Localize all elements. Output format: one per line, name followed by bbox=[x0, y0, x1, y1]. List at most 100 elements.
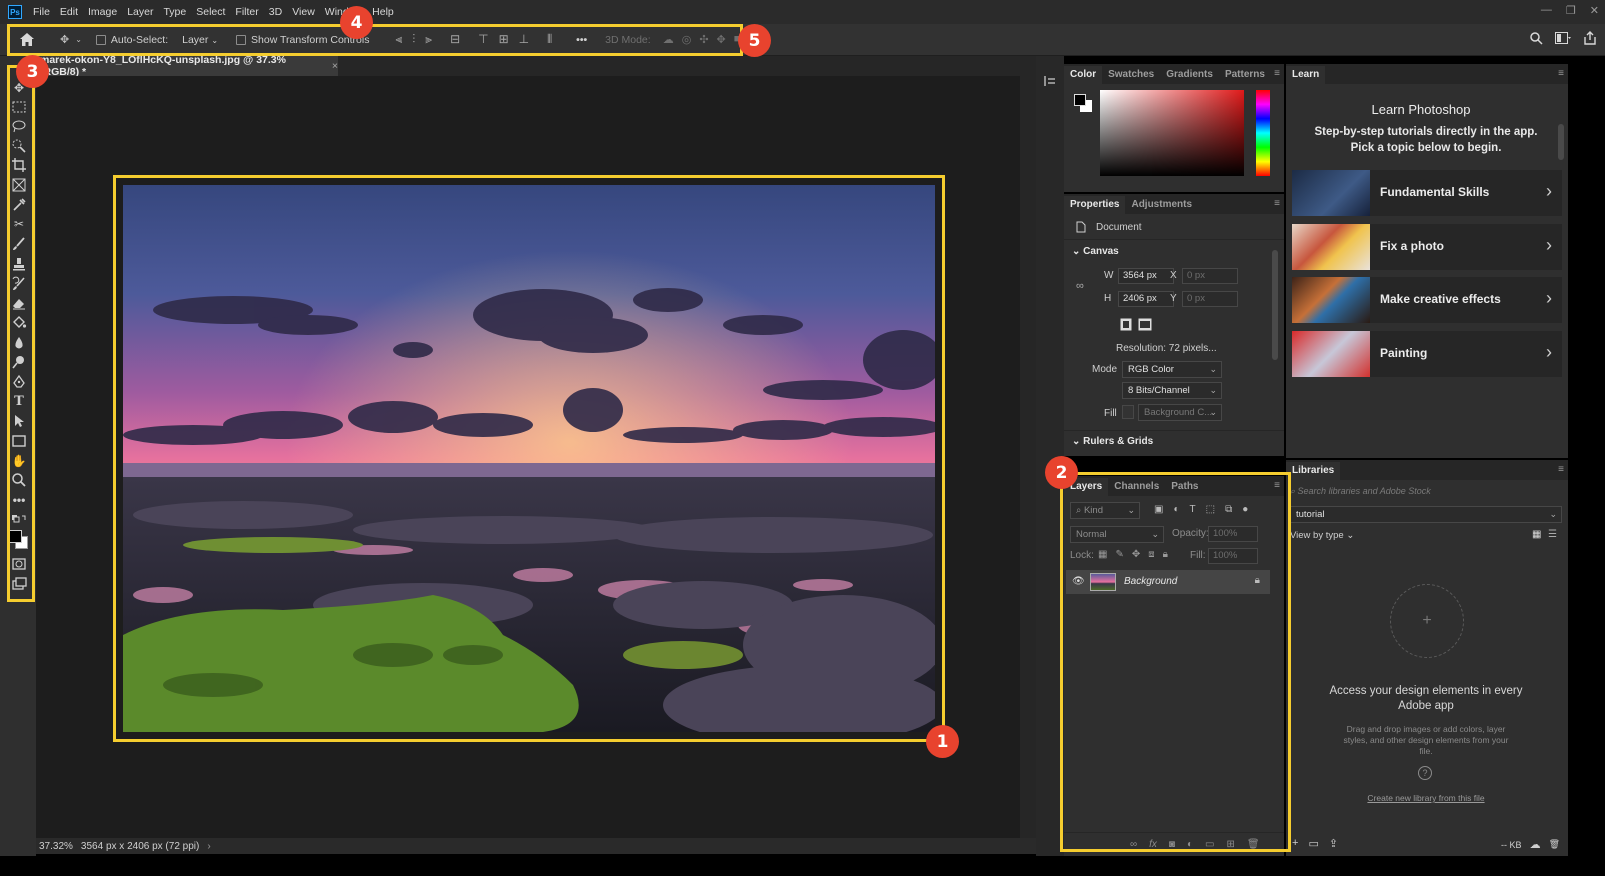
quick-mask-icon[interactable] bbox=[11, 556, 27, 572]
x-field[interactable]: 0 px bbox=[1182, 268, 1238, 284]
blur-tool-icon[interactable] bbox=[11, 335, 27, 351]
zoom-tool-icon[interactable] bbox=[11, 472, 27, 488]
blend-mode-dropdown[interactable]: Normal ⌄ bbox=[1070, 526, 1164, 543]
filter-pixel-icon[interactable]: ▣ bbox=[1154, 504, 1163, 515]
lock-transparent-icon[interactable]: ▦ bbox=[1098, 549, 1107, 560]
screen-mode-icon[interactable] bbox=[11, 576, 27, 592]
vertical-scrollbar[interactable] bbox=[1020, 76, 1036, 838]
lasso-tool-icon[interactable] bbox=[11, 118, 27, 134]
distribute-horizontal-icon[interactable]: ⊟ bbox=[450, 32, 460, 47]
visibility-eye-icon[interactable]: 👁︎ bbox=[1072, 576, 1085, 587]
hue-slider[interactable] bbox=[1256, 90, 1270, 176]
grid-view-icon[interactable]: ▦ bbox=[1532, 529, 1541, 540]
lock-position-icon[interactable]: ✥ bbox=[1132, 549, 1140, 560]
new-adjustment-icon[interactable]: ◐ bbox=[1187, 839, 1193, 850]
add-mask-icon[interactable]: ◙ bbox=[1169, 839, 1175, 850]
tab-patterns[interactable]: Patterns bbox=[1219, 66, 1271, 84]
menu-file[interactable]: File bbox=[28, 6, 55, 18]
tab-libraries[interactable]: Libraries bbox=[1286, 462, 1341, 480]
cloud-icon[interactable]: ☁ bbox=[1530, 838, 1541, 851]
3d-roll-icon[interactable]: ◎ bbox=[682, 33, 692, 46]
align-hcenter-icon[interactable]: ⫶ bbox=[412, 32, 415, 47]
align-right-icon[interactable]: ⫸ bbox=[425, 32, 432, 47]
menu-3d[interactable]: 3D bbox=[264, 6, 287, 18]
eyedropper-tool-icon[interactable] bbox=[11, 197, 27, 213]
menu-filter[interactable]: Filter bbox=[230, 6, 263, 18]
create-library-link[interactable]: Create new library from this file bbox=[1326, 793, 1526, 803]
width-field[interactable]: 3564 px bbox=[1118, 268, 1174, 284]
align-top-icon[interactable]: ⊤ bbox=[478, 32, 488, 47]
pen-tool-icon[interactable] bbox=[11, 374, 27, 390]
panel-menu-icon[interactable]: ≡ bbox=[1274, 198, 1280, 209]
library-dropdown[interactable]: tutorial ⌄ bbox=[1290, 506, 1562, 523]
help-icon[interactable]: ? bbox=[1418, 766, 1432, 780]
fg-bg-swatch[interactable] bbox=[1074, 94, 1092, 112]
opacity-field[interactable]: 100% bbox=[1208, 526, 1258, 542]
3d-orbit-icon[interactable]: ☁ bbox=[663, 33, 674, 46]
marquee-tool-icon[interactable] bbox=[11, 99, 27, 115]
menu-type[interactable]: Type bbox=[158, 6, 191, 18]
search-icon[interactable] bbox=[1530, 32, 1543, 45]
panel-menu-icon[interactable]: ≡ bbox=[1274, 68, 1280, 79]
history-panel-icon[interactable] bbox=[1043, 74, 1057, 88]
layer-row-background[interactable]: 👁︎ Background 🔒︎ bbox=[1066, 570, 1270, 594]
filter-adjustment-icon[interactable]: ◐ bbox=[1173, 504, 1179, 515]
fill-swatch[interactable] bbox=[1122, 405, 1134, 419]
panel-menu-icon[interactable]: ≡ bbox=[1558, 464, 1564, 475]
landscape-orientation-icon[interactable] bbox=[1138, 318, 1152, 331]
close-tab-icon[interactable]: × bbox=[332, 60, 338, 72]
tab-color[interactable]: Color bbox=[1064, 66, 1103, 84]
canvas-section-header[interactable]: ⌄ Canvas bbox=[1072, 246, 1119, 257]
move-tool-icon[interactable]: ✥ bbox=[60, 33, 69, 46]
panel-menu-icon[interactable]: ≡ bbox=[1558, 68, 1564, 79]
more-options-button[interactable]: ••• bbox=[576, 34, 587, 46]
share-icon[interactable] bbox=[1583, 31, 1597, 45]
fill-dropdown[interactable]: Background C... ⌄ bbox=[1138, 404, 1222, 421]
y-field[interactable]: 0 px bbox=[1182, 291, 1238, 307]
distribute-vertical-icon[interactable]: ⫴ bbox=[547, 32, 552, 47]
document-image[interactable] bbox=[123, 185, 935, 732]
learn-item-painting[interactable]: Painting › bbox=[1292, 331, 1562, 377]
home-icon[interactable] bbox=[20, 33, 34, 46]
tab-learn[interactable]: Learn bbox=[1286, 66, 1326, 84]
tab-gradients[interactable]: Gradients bbox=[1160, 66, 1219, 84]
align-vcenter-icon[interactable]: ⊞ bbox=[499, 32, 509, 47]
hand-tool-icon[interactable]: ✋ bbox=[11, 453, 27, 469]
tab-properties[interactable]: Properties bbox=[1064, 196, 1126, 214]
layer-name[interactable]: Background bbox=[1124, 576, 1177, 587]
learn-scrollbar[interactable] bbox=[1558, 124, 1564, 160]
list-view-icon[interactable]: ☰ bbox=[1548, 529, 1557, 540]
layer-style-fx-icon[interactable]: fx bbox=[1149, 839, 1157, 850]
lock-artboard-icon[interactable]: ⧈ bbox=[1148, 549, 1154, 560]
crop-tool-icon[interactable] bbox=[11, 157, 27, 173]
learn-item-fundamental-skills[interactable]: Fundamental Skills › bbox=[1292, 170, 1562, 216]
upload-icon[interactable]: ⇪ bbox=[1329, 837, 1338, 850]
filter-smart-object-icon[interactable]: ⧉ bbox=[1225, 504, 1232, 515]
edit-toolbar-icon[interactable]: ••• bbox=[11, 492, 27, 508]
height-field[interactable]: 2406 px bbox=[1118, 291, 1174, 307]
lock-image-icon[interactable]: ✎ bbox=[1115, 549, 1123, 560]
menu-select[interactable]: Select bbox=[191, 6, 230, 18]
tab-channels[interactable]: Channels bbox=[1108, 478, 1165, 496]
link-dimensions-icon[interactable]: ∞ bbox=[1076, 280, 1084, 292]
menu-layer[interactable]: Layer bbox=[122, 6, 158, 18]
auto-select-checkbox[interactable]: Auto-Select: bbox=[95, 34, 168, 46]
3d-slide-icon[interactable]: ✥ bbox=[717, 33, 726, 46]
add-element-icon[interactable]: + bbox=[1292, 837, 1298, 850]
align-bottom-icon[interactable]: ⊥ bbox=[519, 32, 529, 47]
workspace-icon[interactable] bbox=[1555, 32, 1571, 44]
path-selection-tool-icon[interactable] bbox=[11, 413, 27, 429]
bit-depth-dropdown[interactable]: 8 Bits/Channel ⌄ bbox=[1122, 382, 1222, 399]
auto-select-dropdown[interactable]: Layer ⌄ bbox=[182, 34, 218, 46]
tab-swatches[interactable]: Swatches bbox=[1102, 66, 1160, 84]
add-library-element-icon[interactable]: + bbox=[1390, 584, 1464, 658]
library-search-input[interactable]: ⌕ Search libraries and Adobe Stock bbox=[1290, 486, 1564, 502]
minimize-icon[interactable]: — bbox=[1541, 4, 1552, 17]
rectangle-tool-icon[interactable] bbox=[11, 433, 27, 449]
restore-icon[interactable]: ❐ bbox=[1566, 4, 1576, 17]
clone-stamp-tool-icon[interactable] bbox=[11, 256, 27, 272]
color-picker-field[interactable] bbox=[1100, 90, 1244, 176]
zoom-level[interactable]: 37.32% bbox=[39, 841, 73, 852]
tab-paths[interactable]: Paths bbox=[1165, 478, 1204, 496]
status-expand-icon[interactable]: › bbox=[207, 841, 210, 852]
